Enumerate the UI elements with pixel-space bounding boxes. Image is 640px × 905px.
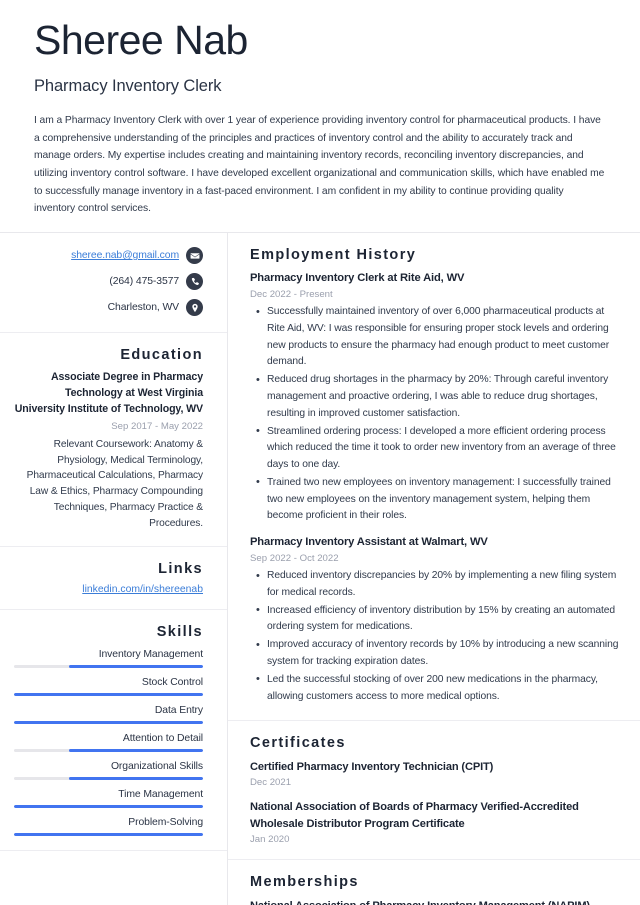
- bullet-item: Improved accuracy of inventory records b…: [256, 637, 624, 671]
- certificate-entry: Certified Pharmacy Inventory Technician …: [250, 759, 624, 788]
- skill-bar-fill: [14, 804, 203, 808]
- resume-body: sheree.nab@gmail.com (264) 475-3577 Char…: [0, 233, 640, 905]
- resume-page: Sheree Nab Pharmacy Inventory Clerk I am…: [0, 0, 640, 905]
- bullet-item: Successfully maintained inventory of ove…: [256, 304, 624, 371]
- candidate-job-title: Pharmacy Inventory Clerk: [34, 76, 222, 95]
- bullet-item: Reduced drug shortages in the pharmacy b…: [256, 372, 624, 422]
- skill-bar: [14, 664, 203, 668]
- employment-date: Dec 2022 - Present: [250, 289, 333, 301]
- skill-label: Stock Control: [141, 676, 203, 688]
- skill-bar-fill: [14, 832, 203, 836]
- education-degree: Associate Degree in Pharmacy Technology …: [14, 371, 203, 415]
- link-item[interactable]: linkedin.com/in/shereenab: [14, 584, 203, 595]
- certificates-heading: Certificates: [250, 735, 346, 752]
- education-section: Education Associate Degree in Pharmacy T…: [0, 333, 227, 547]
- bullet-item: Reduced inventory discrepancies by 20% b…: [256, 568, 624, 602]
- skill-bar-fill: [68, 748, 203, 752]
- skill-label: Problem-Solving: [128, 816, 203, 828]
- contact-location-row: Charleston, WV: [14, 299, 203, 317]
- skills-heading: Skills: [156, 623, 203, 640]
- phone-number: (264) 475-3577: [109, 276, 179, 288]
- skill-label: Inventory Management: [98, 648, 203, 660]
- memberships-heading: Memberships: [250, 873, 359, 890]
- location-text: Charleston, WV: [107, 302, 179, 314]
- bullet-item: Increased efficiency of inventory distri…: [256, 602, 624, 637]
- certificate-name: Certified Pharmacy Inventory Technician …: [250, 761, 494, 774]
- links-heading: Links: [158, 560, 203, 577]
- skill-label: Attention to Detail: [122, 732, 203, 744]
- education-date: Sep 2017 - May 2022: [111, 420, 203, 432]
- email-link[interactable]: sheree.nab@gmail.com: [71, 250, 179, 261]
- certificate-date: Dec 2021: [250, 777, 292, 789]
- contact-section: sheree.nab@gmail.com (264) 475-3577 Char…: [0, 233, 227, 334]
- skill-item: Time Management: [14, 789, 203, 808]
- skill-bar-fill: [14, 720, 203, 724]
- employment-title: Pharmacy Inventory Assistant at Walmart,…: [250, 536, 488, 549]
- employment-entry: Pharmacy Inventory Clerk at Rite Aid, WV…: [250, 271, 624, 525]
- education-description: Relevant Coursework: Anatomy & Physiolog…: [26, 438, 203, 529]
- skill-item: Attention to Detail: [14, 733, 203, 752]
- certificate-entry: National Association of Boards of Pharma…: [250, 799, 624, 844]
- skill-bar-fill: [68, 664, 203, 668]
- employment-bullets: Reduced inventory discrepancies by 20% b…: [250, 568, 624, 705]
- education-heading: Education: [120, 347, 203, 364]
- links-section: Links linkedin.com/in/shereenab: [0, 547, 227, 610]
- skills-section: Skills Inventory Management Stock Contro…: [0, 610, 227, 851]
- skill-bar: [14, 692, 203, 696]
- skill-bar: [14, 748, 203, 752]
- contact-email-row[interactable]: sheree.nab@gmail.com: [14, 247, 203, 265]
- bullet-item: Trained two new employees on inventory m…: [256, 474, 624, 525]
- employment-heading: Employment History: [250, 247, 417, 264]
- bullet-item: Led the successful stocking of over 200 …: [256, 671, 624, 706]
- skill-bar-fill: [14, 692, 203, 696]
- envelope-icon: [186, 247, 203, 265]
- sidebar: sheree.nab@gmail.com (264) 475-3577 Char…: [0, 233, 228, 905]
- skill-item: Organizational Skills: [14, 761, 203, 780]
- professional-summary: I am a Pharmacy Inventory Clerk with ove…: [34, 114, 605, 215]
- main-column: Employment History Pharmacy Inventory Cl…: [228, 233, 640, 905]
- certificate-name: National Association of Boards of Pharma…: [250, 801, 579, 830]
- certificates-section: Certificates Certified Pharmacy Inventor…: [228, 721, 640, 860]
- skill-bar: [14, 804, 203, 808]
- skill-label: Time Management: [118, 788, 203, 800]
- linkedin-link[interactable]: linkedin.com/in/shereenab: [82, 584, 203, 595]
- membership-item: National Association of Pharmacy Invento…: [250, 898, 624, 905]
- skill-item: Data Entry: [14, 705, 203, 724]
- skill-item: Stock Control: [14, 677, 203, 696]
- certificate-date: Jan 2020: [250, 833, 290, 845]
- skill-bar: [14, 720, 203, 724]
- memberships-section: Memberships National Association of Phar…: [228, 860, 640, 905]
- employment-section: Employment History Pharmacy Inventory Cl…: [228, 233, 640, 722]
- skill-bar: [14, 776, 203, 780]
- employment-bullets: Successfully maintained inventory of ove…: [250, 304, 624, 525]
- contact-phone-row: (264) 475-3577: [14, 273, 203, 291]
- skill-item: Inventory Management: [14, 649, 203, 668]
- bullet-item: Streamlined ordering process: I develope…: [256, 423, 624, 474]
- employment-title: Pharmacy Inventory Clerk at Rite Aid, WV: [250, 272, 465, 285]
- resume-header: Sheree Nab Pharmacy Inventory Clerk I am…: [0, 0, 640, 218]
- skill-label: Organizational Skills: [110, 760, 203, 772]
- map-pin-icon: [186, 299, 203, 317]
- employment-date: Sep 2022 - Oct 2022: [250, 553, 339, 565]
- skill-item: Problem-Solving: [14, 817, 203, 836]
- phone-icon: [186, 273, 203, 291]
- employment-entry: Pharmacy Inventory Assistant at Walmart,…: [250, 535, 624, 705]
- candidate-name: Sheree Nab: [34, 17, 248, 63]
- skill-bar-fill: [68, 776, 203, 780]
- skill-label: Data Entry: [154, 704, 203, 716]
- skill-bar: [14, 832, 203, 836]
